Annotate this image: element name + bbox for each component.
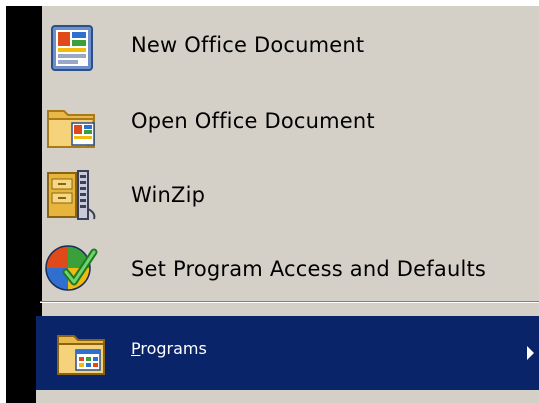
menu-item-new-office-document[interactable]: New Office Document	[36, 15, 539, 81]
menu-item-open-office-document[interactable]: Open Office Document	[36, 89, 539, 163]
programs-label-rest: rograms	[140, 339, 207, 358]
programs-folder-icon	[57, 335, 105, 375]
start-menu-screenshot: New Office Document Open Office Document	[0, 0, 539, 403]
open-office-document-icon	[47, 110, 96, 148]
menu-item-winzip[interactable]: WinZip	[36, 161, 539, 235]
menu-bottom-strip	[36, 390, 539, 403]
menu-item-label: New Office Document	[131, 33, 365, 57]
new-office-document-icon	[51, 25, 93, 71]
menu-separator	[40, 301, 539, 303]
menu-item-label: Open Office Document	[131, 109, 375, 133]
menu-item-set-program-access[interactable]: Set Program Access and Defaults	[36, 237, 539, 303]
program-access-defaults-icon	[45, 245, 98, 291]
menu-item-programs[interactable]: Programs	[36, 316, 539, 390]
submenu-arrow-icon	[527, 346, 534, 360]
winzip-icon	[47, 170, 96, 220]
programs-label: Programs	[131, 339, 207, 358]
programs-label-accelerator: P	[131, 339, 141, 358]
menu-item-label: Set Program Access and Defaults	[131, 257, 487, 281]
menu-item-label: WinZip	[131, 183, 206, 207]
